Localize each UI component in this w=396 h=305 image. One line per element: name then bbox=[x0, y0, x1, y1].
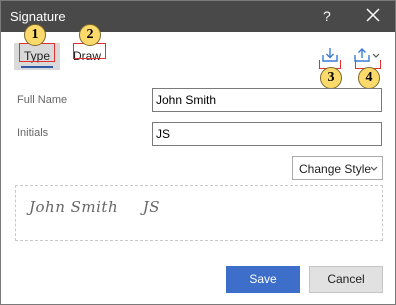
preview-name: John Smith bbox=[29, 198, 119, 216]
annotation-badge-2: 2 bbox=[79, 24, 101, 46]
close-icon[interactable] bbox=[364, 6, 382, 24]
signature-preview-text: John Smith JS bbox=[29, 198, 160, 216]
initials-field[interactable]: JS bbox=[152, 122, 382, 146]
chevron-down-icon[interactable] bbox=[372, 53, 380, 59]
change-style-button[interactable]: Change Style bbox=[292, 156, 383, 180]
cancel-button[interactable]: Cancel bbox=[309, 266, 383, 293]
signature-preview: John Smith JS bbox=[15, 185, 383, 241]
annotation-badge-3: 3 bbox=[320, 67, 342, 89]
annotation-badge-1: 1 bbox=[24, 24, 46, 46]
signature-dialog: Signature ? Type Draw 1 2 3 4 Full Name … bbox=[0, 0, 396, 305]
annotation-box-type bbox=[19, 43, 55, 62]
tab-active-underline bbox=[21, 66, 53, 68]
full-name-field[interactable]: John Smith bbox=[152, 88, 382, 112]
full-name-label: Full Name bbox=[17, 94, 68, 106]
chevron-down-icon bbox=[370, 166, 378, 171]
save-button[interactable]: Save bbox=[226, 266, 300, 293]
change-style-label: Change Style bbox=[299, 162, 372, 176]
initials-label: Initials bbox=[17, 127, 49, 139]
upload-tray-icon[interactable] bbox=[353, 47, 371, 63]
title-bar: Signature ? bbox=[1, 1, 395, 32]
help-button[interactable]: ? bbox=[323, 8, 331, 24]
window-title: Signature bbox=[10, 9, 66, 24]
preview-initials: JS bbox=[142, 198, 160, 216]
download-tray-icon[interactable] bbox=[321, 47, 339, 63]
annotation-badge-4: 4 bbox=[358, 67, 380, 89]
